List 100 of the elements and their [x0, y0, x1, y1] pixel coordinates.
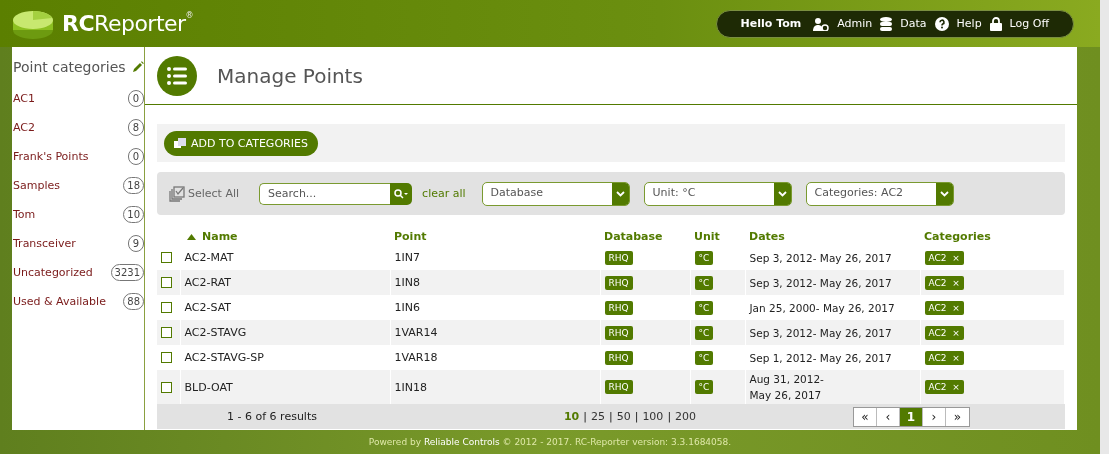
count-badge: 9 — [128, 235, 144, 252]
row-checkbox[interactable] — [161, 277, 172, 288]
count-badge: 0 — [128, 148, 144, 165]
page-size-link[interactable]: 200 — [675, 410, 697, 423]
footer-text: Powered by Reliable Controls © 2012 - 2017. RC-Reporter version: 3.3.1684058. — [367, 436, 733, 449]
category-tag[interactable]: AC2 × — [924, 350, 964, 365]
category-link[interactable]: AC2 — [13, 121, 35, 134]
table-cell: Sep 3, 2012- May 26, 2017 — [749, 326, 892, 339]
column-header[interactable]: Name — [202, 229, 238, 243]
app-logo: RCReporter® — [62, 11, 194, 36]
search-icon[interactable] — [394, 188, 409, 199]
nav-link[interactable]: Admin — [837, 17, 873, 30]
database-tag: RHQ — [604, 325, 633, 340]
chevron-down-icon[interactable] — [615, 190, 625, 197]
count-badge: 8 — [128, 119, 144, 136]
select-all-icon[interactable] — [169, 185, 185, 202]
separator: | — [667, 410, 672, 423]
column-header[interactable]: Categories — [924, 229, 991, 243]
database-tag: RHQ — [604, 380, 633, 394]
nav-link[interactable]: Log Off — [1009, 17, 1049, 30]
nav-link[interactable]: Help — [956, 17, 982, 30]
column-header[interactable]: Point — [394, 229, 427, 243]
column-header[interactable]: Dates — [749, 229, 785, 243]
table-cell: BLD-OAT — [184, 380, 233, 394]
search-button[interactable] — [390, 182, 413, 205]
row-checkbox[interactable] — [161, 352, 172, 363]
category-link[interactable]: AC1 — [13, 92, 35, 105]
count-badge: 3231 — [110, 264, 144, 281]
category-link[interactable]: Uncategorized — [13, 266, 93, 279]
table-cell: Aug 31, 2012- May 26, 2017 — [749, 373, 824, 401]
users-gear-icon — [813, 16, 830, 31]
row-checkbox[interactable] — [161, 327, 172, 338]
page-size-link[interactable]: 50 — [616, 410, 631, 423]
search-field[interactable]: Search... — [259, 182, 391, 205]
separator: | — [608, 410, 613, 423]
unit-tag: °C — [694, 325, 714, 340]
page-button[interactable]: » — [946, 407, 969, 426]
lock-icon — [989, 16, 1002, 31]
count-badge: 18 — [123, 177, 144, 194]
pencil-icon[interactable] — [131, 61, 144, 73]
table-cell: Sep 3, 2012- May 26, 2017 — [749, 276, 892, 289]
sort-ascending-icon[interactable] — [187, 233, 196, 240]
filter-dropdown[interactable]: Database — [481, 181, 630, 206]
database-icon — [880, 16, 893, 31]
chevron-down-icon[interactable] — [777, 190, 787, 197]
table-cell: AC2-STAVG-SP — [184, 351, 264, 364]
column-header[interactable]: Unit — [694, 229, 720, 243]
copy-icon — [174, 138, 186, 148]
filter-dropdown[interactable]: Categories: AC2 — [805, 181, 954, 206]
row-checkbox[interactable] — [161, 381, 172, 393]
database-tag: RHQ — [604, 300, 633, 315]
table-cell: AC2-SAT — [184, 301, 232, 314]
page-size-link[interactable]: 10 — [563, 410, 580, 423]
table-cell: 1IN7 — [394, 251, 420, 264]
page-button[interactable]: « — [854, 407, 877, 426]
category-link[interactable]: Frank's Points — [13, 150, 89, 163]
nav-link[interactable]: Data — [900, 17, 927, 30]
filter-dropdown[interactable]: Unit: °C — [643, 181, 792, 206]
page-button[interactable]: ‹ — [877, 407, 900, 426]
count-badge: 10 — [123, 206, 144, 223]
category-link[interactable]: Samples — [13, 179, 60, 192]
row-checkbox[interactable] — [161, 252, 172, 263]
separator: | — [634, 410, 639, 423]
category-tag[interactable]: AC2 × — [924, 380, 964, 394]
count-badge: 88 — [123, 293, 144, 310]
category-tag[interactable]: AC2 × — [924, 275, 964, 290]
category-link[interactable]: Tom — [13, 208, 36, 221]
greeting: Hello Tom — [740, 17, 802, 30]
table-cell: Sep 1, 2012- May 26, 2017 — [749, 351, 892, 364]
table-cell: 1IN6 — [394, 301, 420, 314]
table-cell: AC2-STAVG — [184, 326, 247, 339]
category-tag[interactable]: AC2 × — [924, 300, 964, 315]
page-size-link[interactable]: 100 — [642, 410, 664, 423]
row-checkbox[interactable] — [161, 302, 172, 313]
category-link[interactable]: Transceiver — [13, 237, 76, 250]
table-cell: 1IN8 — [394, 276, 420, 289]
separator: | — [583, 410, 587, 423]
help-icon — [934, 16, 949, 31]
database-tag: RHQ — [604, 275, 633, 290]
clear-all-link[interactable]: clear all — [422, 187, 466, 200]
page-button[interactable]: › — [923, 407, 946, 426]
sidebar-title: Point categories — [13, 59, 126, 75]
category-link[interactable]: Used & Available — [13, 295, 106, 308]
unit-tag: °C — [694, 275, 714, 290]
category-tag[interactable]: AC2 × — [924, 250, 964, 265]
unit-tag: °C — [694, 350, 714, 365]
select-all-label[interactable]: Select All — [188, 187, 240, 200]
page-size-link[interactable]: 25 — [590, 410, 605, 423]
add-to-categories-button[interactable]: ADD TO CATEGORIES — [164, 130, 318, 156]
scrollbar[interactable] — [1100, 0, 1109, 454]
results-summary: 1 - 6 of 6 results — [226, 410, 318, 423]
unit-tag: °C — [694, 380, 714, 394]
page-button[interactable]: 1 — [900, 407, 923, 426]
column-header[interactable]: Database — [604, 229, 663, 243]
table-cell: 1VAR14 — [394, 326, 438, 339]
category-tag[interactable]: AC2 × — [924, 325, 964, 340]
database-tag: RHQ — [604, 250, 633, 265]
table-cell: AC2-RAT — [184, 276, 232, 289]
chevron-down-icon[interactable] — [939, 190, 949, 197]
table-cell: 1IN18 — [394, 380, 427, 394]
